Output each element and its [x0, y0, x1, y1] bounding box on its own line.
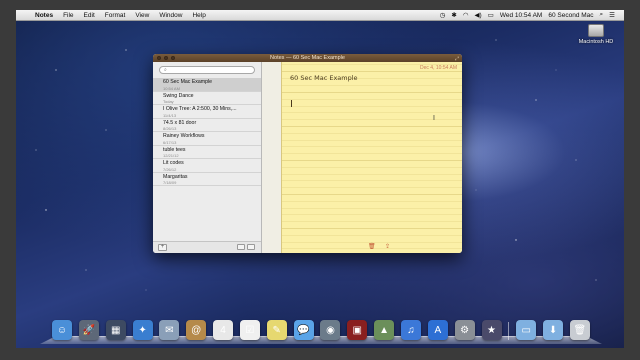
battery-icon[interactable]: ▭: [485, 11, 497, 19]
list-item[interactable]: Margaritas 7/18/09: [153, 173, 261, 186]
safari-icon[interactable]: ✦: [132, 320, 153, 340]
note-list: 60 Sec Mac Example 10:54 AM Swing Dance …: [153, 78, 261, 186]
menu-clock[interactable]: Wed 10:54 AM: [497, 12, 546, 19]
add-note-button[interactable]: +: [158, 244, 167, 251]
mission-control-icon[interactable]: ▦: [105, 320, 126, 340]
menu-format[interactable]: Format: [100, 12, 131, 19]
note-date: 12/21/12: [163, 153, 179, 158]
list-item[interactable]: Swing Dance Today: [153, 92, 261, 105]
note-body[interactable]: 60 Sec Mac Example: [290, 74, 358, 82]
mail-icon[interactable]: ✉: [159, 320, 180, 340]
menu-user[interactable]: 60 Second Mac: [545, 12, 596, 19]
list-item[interactable]: Lit codes 7/26/12: [153, 159, 261, 173]
notes-icon[interactable]: ✎: [266, 320, 287, 340]
reminders-icon[interactable]: ☑: [239, 320, 260, 340]
ibeam-cursor-icon: I: [433, 115, 435, 122]
list-item[interactable]: Rainey Workflows 6/17/13: [153, 132, 261, 146]
note-date: 10:54 AM: [163, 85, 180, 91]
menu-view[interactable]: View: [130, 12, 154, 19]
list-item[interactable]: 74.5 x 81 door 8/26/13: [153, 119, 261, 132]
menu-extras: ◷ ✱ ◠ ◀) ▭ Wed 10:54 AM 60 Second Mac ⌕ …: [437, 11, 624, 19]
note-date: 8/26/13: [163, 126, 177, 131]
notes-window: Notes — 60 Sec Mac Example ⤢ ⌕ 60 Sec Ma…: [153, 54, 462, 253]
menu-bar: Notes File Edit Format View Window Help …: [16, 10, 624, 21]
menu-edit[interactable]: Edit: [79, 12, 100, 19]
desktop-hd[interactable]: Macintosh HD: [572, 24, 620, 45]
system-preferences-icon[interactable]: ⚙: [454, 320, 475, 340]
list-item[interactable]: tuble tees 12/21/12: [153, 146, 261, 159]
desktop: Notes File Edit Format View Window Help …: [16, 10, 624, 348]
sidebar-footer: +: [153, 241, 261, 253]
hd-label: Macintosh HD: [578, 39, 614, 45]
note-date: 7/18/09: [163, 180, 177, 185]
paper-margin: [262, 62, 281, 253]
notification-center-icon[interactable]: ☰: [606, 11, 618, 19]
itunes-icon[interactable]: ♫: [400, 320, 421, 340]
launchpad-icon[interactable]: 🚀: [78, 320, 99, 340]
messages-icon[interactable]: 💬: [293, 320, 314, 340]
facetime-icon[interactable]: ◉: [320, 320, 341, 340]
window-titlebar[interactable]: Notes — 60 Sec Mac Example ⤢: [153, 54, 462, 62]
dock: ☺ 🚀 ▦ ✦ ✉ @4 ☑ ✎ 💬 ◉ ▣ ▲ ♫ A ⚙ ★ ▭ ⬇ 🗑: [40, 316, 602, 344]
list-item[interactable]: I Olive Tree: A 2:500, 30 Mins,... 11/4/…: [153, 105, 261, 119]
downloads-folder-icon[interactable]: ⬇: [543, 320, 564, 340]
hard-drive-icon: [588, 24, 604, 37]
trash-icon[interactable]: 🗑: [569, 320, 590, 340]
view-toggle: [237, 244, 255, 250]
text-cursor: [291, 100, 292, 107]
search-icon: ⌕: [164, 67, 167, 73]
photo-booth-icon[interactable]: ▣: [347, 320, 368, 340]
iphoto-icon[interactable]: ▲: [374, 320, 395, 340]
window-title: Notes — 60 Sec Mac Example: [270, 55, 345, 61]
show-folders-button[interactable]: [237, 244, 245, 250]
applications-folder-icon[interactable]: ▭: [516, 320, 537, 340]
zoom-button[interactable]: [171, 56, 175, 60]
list-item[interactable]: 60 Sec Mac Example 10:54 AM: [153, 78, 261, 92]
note-date: 11/4/13: [163, 112, 177, 118]
note-editor[interactable]: Dec 4, 10:54 AM 60 Sec Mac Example 🗑 ⇪: [281, 62, 462, 253]
search-input[interactable]: ⌕: [159, 66, 255, 74]
note-date-stamp: Dec 4, 10:54 AM: [420, 65, 457, 71]
menu-window[interactable]: Window: [154, 12, 187, 19]
finder-icon[interactable]: ☺: [52, 320, 72, 340]
menu-help[interactable]: Help: [187, 12, 210, 19]
trash-icon[interactable]: 🗑: [368, 243, 376, 250]
contacts-icon[interactable]: @: [186, 320, 207, 340]
menu-app-name[interactable]: Notes: [30, 12, 58, 19]
note-date: 7/26/12: [163, 166, 177, 172]
dock-icons: ☺ 🚀 ▦ ✦ ✉ @4 ☑ ✎ 💬 ◉ ▣ ▲ ♫ A ⚙ ★ ▭ ⬇ 🗑: [52, 316, 590, 340]
note-date: Today: [163, 99, 174, 104]
wifi-icon[interactable]: ◠: [460, 11, 472, 19]
notes-sidebar: ⌕ 60 Sec Mac Example 10:54 AM Swing Danc…: [153, 62, 262, 253]
bluetooth-icon[interactable]: ✱: [448, 11, 459, 19]
volume-icon[interactable]: ◀): [472, 11, 485, 19]
close-button[interactable]: [157, 56, 161, 60]
note-footer: 🗑 ⇪: [282, 241, 462, 253]
share-icon[interactable]: ⇪: [385, 243, 390, 250]
dock-separator: [508, 322, 510, 340]
calendar-icon[interactable]: 4: [213, 320, 234, 340]
imovie-icon[interactable]: ★: [481, 320, 502, 340]
menu-file[interactable]: File: [58, 12, 78, 19]
time-machine-icon[interactable]: ◷: [437, 11, 449, 19]
show-list-button[interactable]: [247, 244, 255, 250]
note-date: 6/17/13: [163, 139, 177, 145]
window-controls: [157, 56, 175, 60]
app-store-icon[interactable]: A: [427, 320, 448, 340]
minimize-button[interactable]: [164, 56, 168, 60]
spotlight-icon[interactable]: ⌕: [597, 11, 607, 19]
